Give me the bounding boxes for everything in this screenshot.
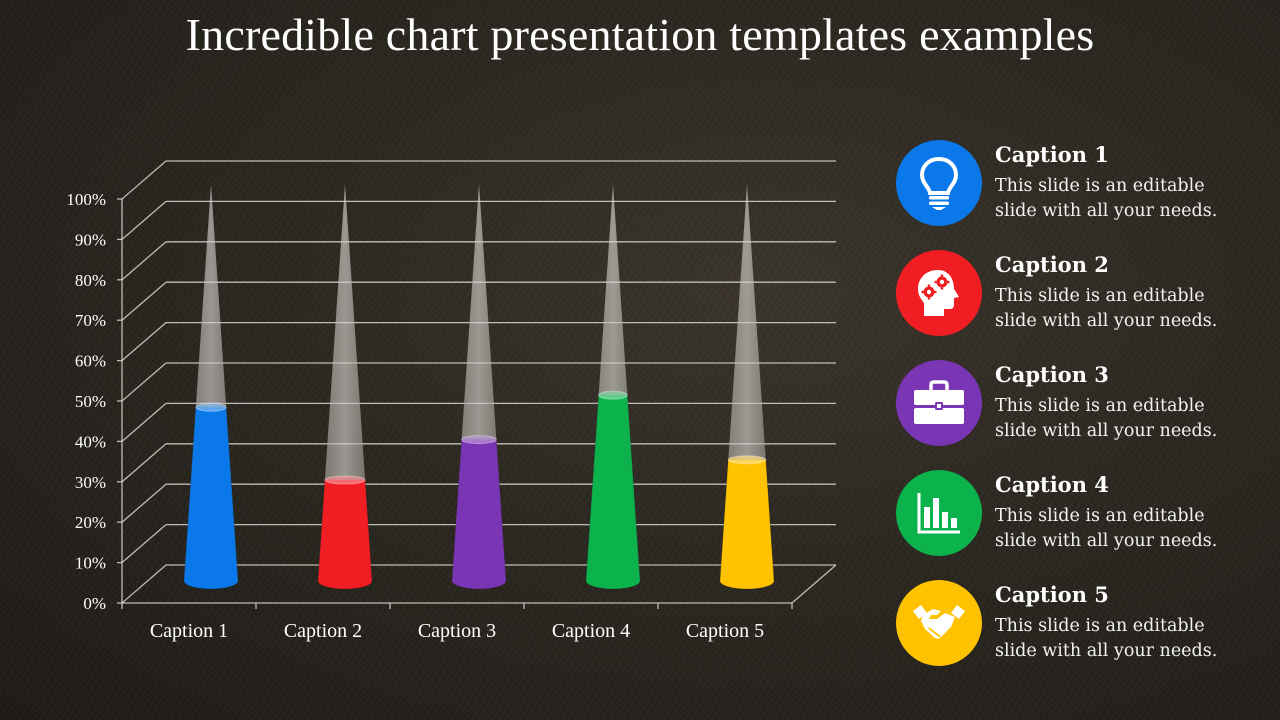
legend-icon-circle <box>896 250 982 336</box>
legend-description-line: This slide is an editable <box>995 506 1205 526</box>
legend-item-1: Caption 1 This slide is an editable slid… <box>896 140 1276 230</box>
gridline-side <box>121 564 167 604</box>
legend-title: Caption 4 <box>995 472 1109 497</box>
cone-bar-top-highlight <box>195 403 227 412</box>
legend-title: Caption 3 <box>995 362 1109 387</box>
gridline-side <box>121 160 167 200</box>
legend-item-4: Caption 4 This slide is an editable slid… <box>896 470 1276 560</box>
legend-description-line: This slide is an editable <box>995 286 1205 306</box>
legend-item-2: Caption 2 This slide is an editable slid… <box>896 250 1276 340</box>
legend-description-line: slide with all your needs. <box>995 641 1218 661</box>
gridline-side <box>121 322 167 362</box>
gridline-side <box>121 443 167 483</box>
cone-bar-top-highlight <box>324 476 366 484</box>
cone-bar <box>318 480 372 589</box>
bar-chart-icon <box>917 493 960 534</box>
y-tick-label: 70% <box>75 311 106 330</box>
gridline-side <box>121 362 167 402</box>
x-axis: Caption 1 Caption 2 Caption 3 Caption 4 Capt… <box>121 603 793 642</box>
y-tick-label: 60% <box>75 352 106 371</box>
legend-description: This slide is an editable slide with all… <box>995 284 1280 334</box>
gridline-side <box>121 402 167 442</box>
legend-icon-circle <box>896 140 982 226</box>
y-tick-label: 20% <box>75 513 106 532</box>
briefcase-icon <box>914 380 964 424</box>
legend-item-3: Caption 3 This slide is an editable slid… <box>896 360 1276 450</box>
y-tick-label: 50% <box>75 392 106 411</box>
legend-description-line: slide with all your needs. <box>995 531 1218 551</box>
y-tick-label: 0% <box>83 594 106 613</box>
legend-description-line: This slide is an editable <box>995 396 1205 416</box>
cone-bar-top-highlight <box>598 391 628 400</box>
legend-description-line: This slide is an editable <box>995 176 1205 196</box>
cone-chart: 0% 10% 20% 30% 40% 50% 60% 70% 80% 90% 100% Captio… <box>66 160 837 642</box>
legend-description-line: slide with all your needs. <box>995 311 1218 331</box>
legend-title: Caption 2 <box>995 252 1109 277</box>
legend-description: This slide is an editable slide with all… <box>995 174 1280 224</box>
cone-bar-top-highlight <box>728 455 766 464</box>
gridline-side <box>121 483 167 523</box>
head-gears-icon <box>918 270 959 316</box>
cone-bar <box>720 459 774 589</box>
legend-title: Caption 5 <box>995 582 1109 607</box>
cone-bar-top-highlight <box>461 435 497 444</box>
y-axis: 0% 10% 20% 30% 40% 50% 60% 70% 80% 90% 100% <box>66 190 123 613</box>
x-tick-label: Caption 1 <box>150 620 228 642</box>
legend-icon-circle <box>896 360 982 446</box>
legend-description: This slide is an editable slide with all… <box>995 504 1280 554</box>
floor-side-edge <box>791 564 837 604</box>
cone-bar <box>184 407 238 589</box>
legend-description-line: This slide is an editable <box>995 616 1205 636</box>
legend-icon-circle <box>896 470 982 556</box>
legend-icon-circle <box>896 580 982 666</box>
x-tick-label: Caption 5 <box>686 620 764 642</box>
bars <box>183 184 775 590</box>
handshake-icon <box>913 605 965 639</box>
y-tick-label: 10% <box>75 554 106 573</box>
x-tick-label: Caption 4 <box>552 620 630 642</box>
legend-description: This slide is an editable slide with all… <box>995 614 1280 664</box>
cone-bar <box>586 395 640 589</box>
gridline-side <box>121 241 167 281</box>
legend-description-line: slide with all your needs. <box>995 201 1218 221</box>
gridline-side <box>121 200 167 240</box>
y-tick-label: 90% <box>75 230 106 249</box>
y-tick-label: 30% <box>75 473 106 492</box>
gridline-side <box>121 524 167 564</box>
x-tick-label: Caption 3 <box>418 620 496 642</box>
gridline-side <box>121 281 167 321</box>
legend-description: This slide is an editable slide with all… <box>995 394 1280 444</box>
y-tick-label: 80% <box>75 271 106 290</box>
legend-title: Caption 1 <box>995 142 1109 167</box>
x-tick-label: Caption 2 <box>284 620 362 642</box>
y-tick-label: 40% <box>75 432 106 451</box>
legend-description-line: slide with all your needs. <box>995 421 1218 441</box>
legend-item-5: Caption 5 This slide is an editable slid… <box>896 580 1276 670</box>
y-tick-label: 100% <box>66 190 106 209</box>
lightbulb-icon <box>919 156 959 210</box>
